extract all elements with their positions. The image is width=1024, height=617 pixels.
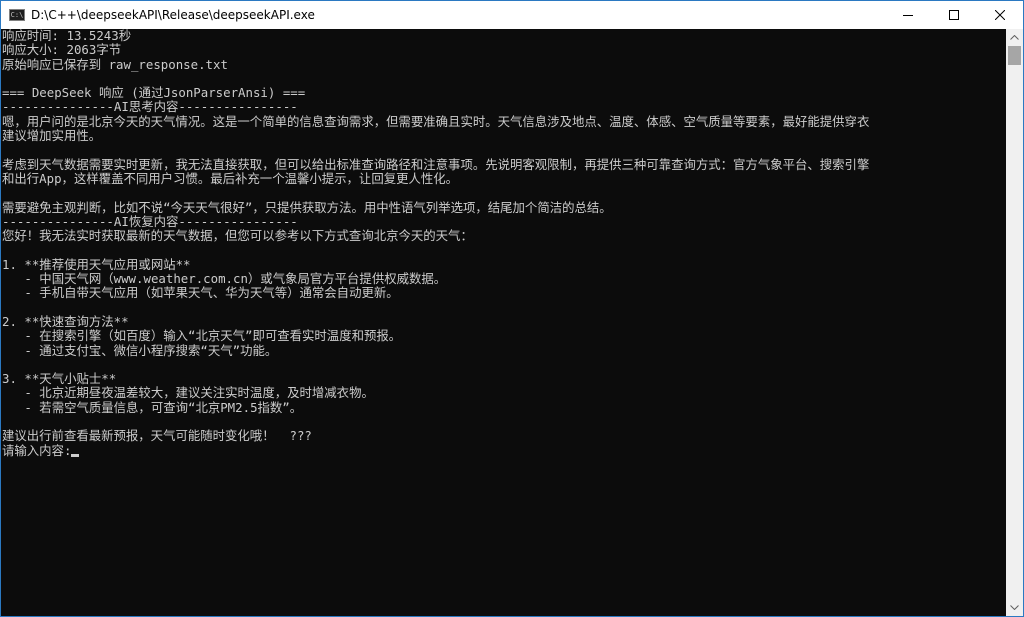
console-line: - 通过支付宝、微信小程序搜索“天气”功能。 (2, 343, 278, 358)
console-line: - 在搜索引擎（如百度）输入“北京天气”即可查看实时温度和预报。 (2, 329, 402, 344)
console-line: 和出行App，这样覆盖不同用户习惯。最后补充一个温馨小提示，让回复更人性化。 (2, 171, 459, 186)
console-line: 请输入内容: (2, 444, 1006, 458)
console-window: C:\ D:\C++\deepseekAPI\Release\deepseekA… (0, 0, 1024, 617)
console-app-icon[interactable]: C:\ (9, 9, 25, 21)
maximize-button[interactable] (931, 1, 977, 29)
scroll-thumb[interactable] (1008, 46, 1021, 65)
vertical-scrollbar[interactable] (1006, 29, 1023, 616)
scroll-up-arrow-icon (1010, 35, 1019, 40)
console-line: 1. **推荐使用天气应用或网站** (2, 257, 191, 272)
close-icon (995, 10, 1005, 20)
console-line: ---------------AI思考内容---------------- (2, 100, 298, 115)
console-line: - 中国天气网（www.weather.com.cn）或气象局官方平台提供权威数… (2, 272, 447, 287)
console-line: 响应时间: 13.5243秒 (2, 29, 132, 43)
console-line: 建议出行前查看最新预报，天气可能随时变化哦！ ??? (2, 429, 312, 444)
scroll-up-button[interactable] (1006, 29, 1023, 46)
close-button[interactable] (977, 1, 1023, 29)
console-line: === DeepSeek 响应 (通过JsonParserAnsi) === (2, 86, 306, 101)
console-line: - 北京近期昼夜温差较大，建议关注实时温度，及时增减衣物。 (2, 386, 374, 401)
console-line: 3. **天气小贴士** (2, 372, 117, 387)
minimize-button[interactable] (885, 1, 931, 29)
scroll-down-button[interactable] (1006, 599, 1023, 616)
console-line: 嗯，用户问的是北京今天的天气情况。这是一个简单的信息查询需求，但需要准确且实时。… (2, 114, 870, 129)
console-line: ---------------AI恢复内容---------------- (2, 214, 298, 229)
console-line: - 若需空气质量信息，可查询“北京PM2.5指数”。 (2, 400, 303, 415)
window-title: D:\C++\deepseekAPI\Release\deepseekAPI.e… (31, 8, 315, 22)
console-line: 2. **快速查询方法** (2, 314, 129, 329)
console-line: 您好！我无法实时获取最新的天气数据，但您可以参考以下方式查询北京今天的天气： (2, 229, 473, 244)
text-cursor (71, 453, 80, 457)
console-line: 原始响应已保存到 raw_response.txt (2, 57, 228, 72)
console-line: 响应大小: 2063字节 (2, 43, 122, 58)
console-line: 建议增加实用性。 (2, 129, 102, 144)
console-line: 需要避免主观判断，比如不说“今天天气很好”，只提供获取方法。用中性语气列举选项，… (2, 200, 612, 215)
title-bar[interactable]: C:\ D:\C++\deepseekAPI\Release\deepseekA… (1, 1, 1023, 29)
maximize-icon (949, 10, 959, 20)
console-line: - 手机自带天气应用（如苹果天气、华为天气等）通常会自动更新。 (2, 286, 399, 301)
console-output[interactable]: 响应时间: 13.5243秒 响应大小: 2063字节 原始响应已保存到 raw_r… (1, 29, 1006, 616)
console-line: 考虑到天气数据需要实时更新，我无法直接获取，但可以给出标准查询路径和注意事项。先… (2, 157, 870, 172)
minimize-icon (903, 15, 913, 16)
scroll-down-arrow-icon (1010, 605, 1019, 610)
